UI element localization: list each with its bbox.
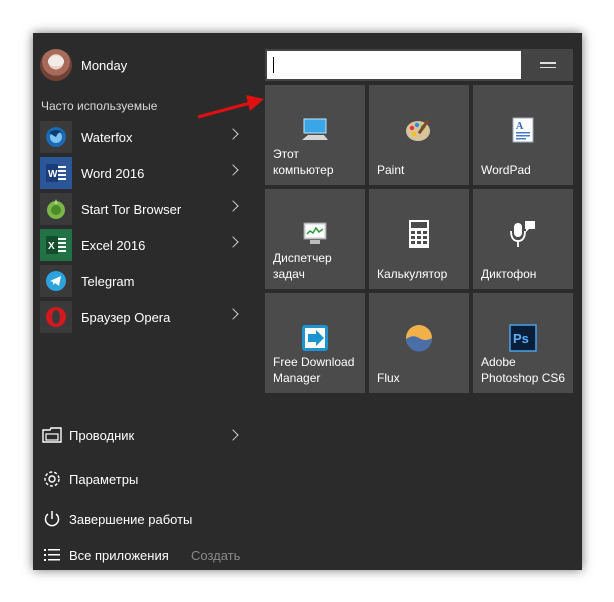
tile-task-manager[interactable]: Диспетчер задач xyxy=(265,189,365,289)
red-arrow-annotation xyxy=(197,95,264,119)
app-label: Telegram xyxy=(81,273,135,289)
app-word[interactable]: W Word 2016 xyxy=(33,155,261,191)
word-icon: W xyxy=(40,157,72,189)
user-account[interactable]: Monday xyxy=(40,48,255,82)
frequent-apps-heading: Часто используемые xyxy=(41,99,158,113)
all-apps-label: Все приложения xyxy=(69,547,169,563)
menu-line xyxy=(540,66,556,68)
fdm-icon xyxy=(300,323,330,353)
shutdown-button[interactable]: Завершение работы xyxy=(33,504,261,534)
tile-label: Этот компьютер xyxy=(273,147,334,177)
flux-icon xyxy=(404,323,434,353)
tile-label: Free Download Manager xyxy=(273,355,355,385)
chevron-right-icon[interactable] xyxy=(227,164,239,176)
app-waterfox[interactable]: Waterfox xyxy=(33,119,261,155)
settings-label: Параметры xyxy=(69,471,139,487)
app-label: Start Tor Browser xyxy=(81,201,182,217)
tile-free-download-manager[interactable]: Free Download Manager xyxy=(265,293,365,393)
task-manager-icon xyxy=(300,219,330,249)
tile-label: Paint xyxy=(377,163,405,177)
settings-button[interactable]: Параметры xyxy=(33,464,261,494)
explorer-button[interactable]: Проводник xyxy=(33,420,261,450)
chevron-right-icon[interactable] xyxy=(227,429,239,441)
app-excel[interactable]: X Excel 2016 xyxy=(33,227,261,263)
tile-label: Диктофон xyxy=(481,267,537,281)
app-label: Word 2016 xyxy=(81,165,145,181)
start-menu: Monday Часто используемые Waterfox W Wor… xyxy=(33,33,582,570)
search-input[interactable] xyxy=(267,51,521,79)
app-telegram[interactable]: Telegram xyxy=(33,263,261,299)
tile-flux[interactable]: Flux xyxy=(369,293,469,393)
search-bar xyxy=(265,49,573,81)
text-cursor xyxy=(273,57,274,73)
app-label: Excel 2016 xyxy=(81,237,146,253)
tile-photoshop[interactable]: Ps Adobe Photoshop CS6 xyxy=(473,293,573,393)
shutdown-label: Завершение работы xyxy=(69,511,193,527)
tile-voice-recorder[interactable]: Диктофон xyxy=(473,189,573,289)
svg-text:W: W xyxy=(48,169,58,180)
menu-button[interactable] xyxy=(523,49,573,81)
all-apps-button[interactable]: Все приложения Создать xyxy=(33,540,261,570)
opera-icon xyxy=(40,301,72,333)
chevron-right-icon[interactable] xyxy=(227,236,239,248)
paint-icon xyxy=(404,115,434,145)
computer-icon xyxy=(300,115,330,145)
folder-icon xyxy=(41,424,63,446)
tile-this-computer[interactable]: Этот компьютер xyxy=(265,85,365,185)
tile-wordpad[interactable]: A WordPad xyxy=(473,85,573,185)
power-icon xyxy=(41,508,63,530)
user-name: Monday xyxy=(81,57,128,73)
gear-icon xyxy=(41,468,63,490)
tor-icon xyxy=(40,193,72,225)
app-label: Waterfox xyxy=(81,129,133,145)
chevron-right-icon[interactable] xyxy=(227,308,239,320)
list-icon xyxy=(41,544,63,566)
excel-icon: X xyxy=(40,229,72,261)
app-label: Браузер Opera xyxy=(81,309,171,325)
microphone-icon xyxy=(508,219,538,249)
photoshop-icon: Ps xyxy=(508,323,538,353)
tile-calculator[interactable]: Калькулятор xyxy=(369,189,469,289)
tile-label: Adobe Photoshop CS6 xyxy=(481,355,566,385)
explorer-label: Проводник xyxy=(69,427,135,443)
svg-text:Ps: Ps xyxy=(513,331,529,346)
tile-label: WordPad xyxy=(481,163,531,177)
tile-label: Калькулятор xyxy=(377,267,448,281)
tile-paint[interactable]: Paint xyxy=(369,85,469,185)
tile-label: Диспетчер задач xyxy=(273,251,332,281)
create-label: Создать xyxy=(191,547,241,563)
calculator-icon xyxy=(404,219,434,249)
app-opera[interactable]: Браузер Opera xyxy=(33,299,261,335)
svg-text:X: X xyxy=(48,241,55,252)
avatar xyxy=(40,49,72,81)
wordpad-icon: A xyxy=(508,115,538,145)
tile-label: Flux xyxy=(377,371,400,385)
app-tor-browser[interactable]: Start Tor Browser xyxy=(33,191,261,227)
frequent-apps-list: Waterfox W Word 2016 Start Tor Browser X… xyxy=(33,119,261,335)
svg-text:A: A xyxy=(516,121,524,132)
waterfox-icon xyxy=(40,121,72,153)
telegram-icon xyxy=(40,265,72,297)
menu-line xyxy=(540,62,556,64)
chevron-right-icon[interactable] xyxy=(227,200,239,212)
chevron-right-icon[interactable] xyxy=(227,128,239,140)
